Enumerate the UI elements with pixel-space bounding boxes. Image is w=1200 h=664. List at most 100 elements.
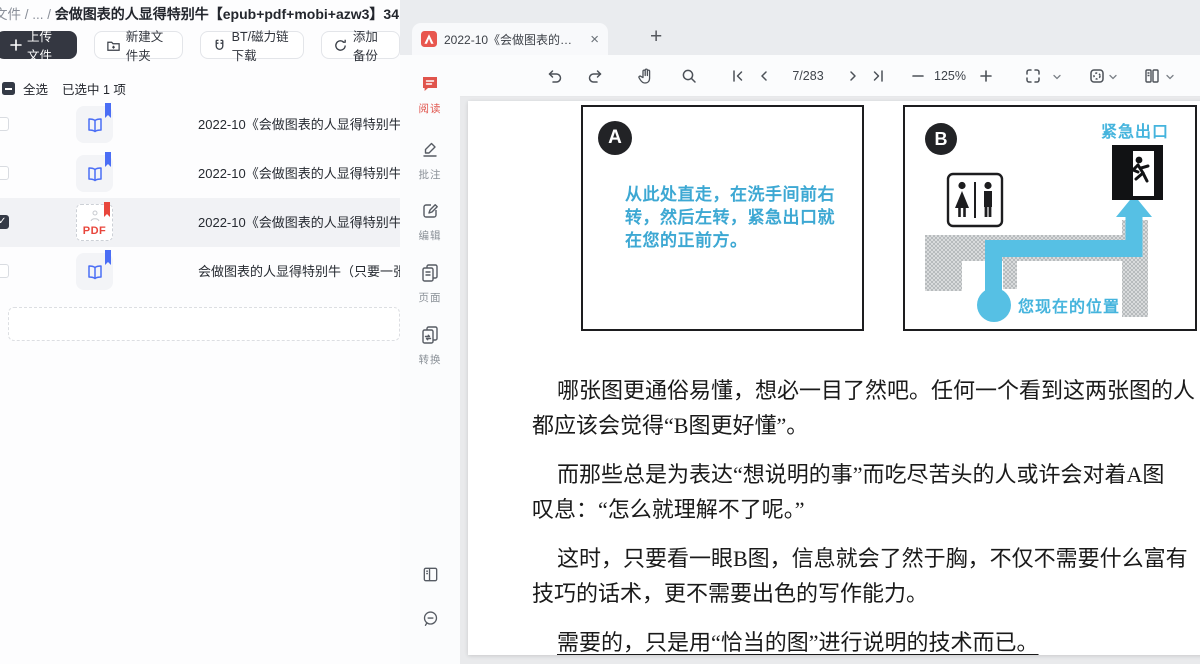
paragraph: 而那些总是为表达“想说明的事”而吃尽苦头的人或许会对着A图 叹息：“怎么就理解不… <box>532 457 1200 527</box>
page-view-icon[interactable] <box>1087 66 1107 86</box>
file-name[interactable]: 2022-10《会做图表的人显得特别牛》.epub <box>198 100 400 149</box>
bookmark-ribbon-icon <box>105 103 111 115</box>
viewer-sidebar: 阅读 批注 编辑 页面 <box>400 55 460 664</box>
file-row-pdf-selected[interactable]: PDF 2022-10《会做图表的人显得特别牛》.pdf上次 <box>0 198 400 247</box>
current-location-label: 您现在的位置 <box>1018 293 1120 317</box>
sidebar-item-annotate[interactable]: 批注 <box>400 139 460 182</box>
row-checkbox[interactable] <box>0 117 9 131</box>
pdf-viewer-window: 2022-10《会做图表的人显得… × + 7/ <box>400 0 1200 664</box>
first-page-icon[interactable] <box>728 66 748 86</box>
viewer-toolbar: 7/283 125% <box>460 55 1200 97</box>
ebook-file-icon <box>76 106 113 143</box>
refresh-icon <box>333 38 348 53</box>
edit-icon <box>420 200 440 220</box>
restroom-sign-icon <box>948 174 1002 226</box>
file-name[interactable]: 会做图表的人显得特别牛（只要一张纸、一支笔，任何人都能做出清晰图表 <box>198 247 400 296</box>
document-area[interactable]: A 从此处直走，在洗手间前右 转，然后左转，紧急出口就 在您的正前方。 <box>460 97 1200 664</box>
read-icon <box>420 73 440 93</box>
file-row-book[interactable]: 会做图表的人显得特别牛（只要一张纸、一支笔，任何人都能做出清晰图表 <box>0 247 400 296</box>
exit-sign-icon <box>1112 145 1163 200</box>
file-name[interactable]: 2022-10《会做图表的人显得特别牛》.pdf上次 <box>198 198 400 247</box>
sidebar-item-label: 阅读 <box>400 101 460 116</box>
feedback-button[interactable] <box>400 609 460 633</box>
sidebar-item-read[interactable]: 阅读 <box>400 73 460 116</box>
sidebar-item-label: 批注 <box>400 167 460 182</box>
pages-icon <box>420 262 440 282</box>
pdf-page: A 从此处直走，在洗手间前右 转，然后左转，紧急出口就 在您的正前方。 <box>468 101 1200 655</box>
page-body-text: 哪张图更通俗易懂，想必一目了然吧。任何一个看到这两张图的人 都应该会觉得“B图更… <box>532 373 1200 655</box>
new-folder-label: 新建文件夹 <box>126 26 171 64</box>
row-checkbox[interactable] <box>0 166 9 180</box>
upload-button-label: 上传文件 <box>27 26 63 64</box>
convert-icon <box>420 324 440 344</box>
paragraph-underlined: 需要的，只是用“恰当的图”进行说明的技术而已。 <box>532 625 1200 655</box>
page-indicator[interactable]: 7/283 <box>778 69 838 83</box>
comment-bubble-icon <box>421 609 440 628</box>
document-tab[interactable]: 2022-10《会做图表的人显得… × <box>412 23 608 55</box>
sidebar-item-label: 转换 <box>400 352 460 367</box>
hand-tool-icon[interactable] <box>636 66 656 86</box>
select-all-label[interactable]: 全选 <box>23 79 48 98</box>
search-icon[interactable] <box>679 66 699 86</box>
undo-icon[interactable] <box>544 66 564 86</box>
bookmark-ribbon-icon <box>104 202 110 214</box>
zoom-in-icon[interactable] <box>976 66 996 86</box>
panel-a-text: 从此处直走，在洗手间前右 转，然后左转，紧急出口就 在您的正前方。 <box>625 183 835 252</box>
highlighter-icon <box>420 139 440 159</box>
selection-bar: 全选 已选中 1 项 <box>2 79 126 98</box>
plus-icon <box>10 39 22 51</box>
page-layout-icon[interactable] <box>1142 66 1162 86</box>
figure-panel-a: A 从此处直走，在洗手间前右 转，然后左转，紧急出口就 在您的正前方。 <box>581 105 864 331</box>
drive-toolbar: 上传文件 新建文件夹 BT/磁力链下载 添加备份 <box>0 31 400 59</box>
drop-zone[interactable] <box>8 307 400 341</box>
zoom-level[interactable]: 125% <box>922 69 978 83</box>
tab-close-icon[interactable]: × <box>590 32 599 47</box>
next-page-icon[interactable] <box>843 66 863 86</box>
figure-panel-b: B 紧急出口 您现在的位置 <box>903 105 1197 331</box>
chevron-down-icon[interactable] <box>1108 72 1118 82</box>
new-tab-button[interactable]: + <box>650 25 662 49</box>
upload-button[interactable]: 上传文件 <box>0 31 77 59</box>
selected-count: 已选中 1 项 <box>62 79 126 98</box>
redo-icon[interactable] <box>586 66 606 86</box>
breadcrumb-path[interactable]: 文件 / ... / <box>0 7 55 22</box>
last-page-icon[interactable] <box>868 66 888 86</box>
file-name[interactable]: 2022-10《会做图表的人显得特别牛》.mobi <box>198 149 400 198</box>
select-all-checkbox[interactable] <box>2 82 15 95</box>
screen: 文件 / ... / 会做图表的人显得特别牛【epub+pdf+mobi+azw… <box>0 0 1200 664</box>
sidebar-item-label: 编辑 <box>400 228 460 243</box>
tab-bar: 2022-10《会做图表的人显得… × + <box>400 0 1200 55</box>
add-backup-button[interactable]: 添加备份 <box>321 31 400 59</box>
bt-download-label: BT/磁力链下载 <box>232 26 292 64</box>
row-checkbox-checked[interactable] <box>0 215 9 229</box>
ebook-file-icon <box>76 253 113 290</box>
file-row-epub[interactable]: 2022-10《会做图表的人显得特别牛》.epub <box>0 100 400 149</box>
exit-label: 紧急出口 <box>1101 118 1169 142</box>
add-backup-label: 添加备份 <box>353 26 388 64</box>
sidebar-item-convert[interactable]: 转换 <box>400 324 460 367</box>
chevron-down-icon[interactable] <box>1165 72 1175 82</box>
fit-screen-icon[interactable] <box>1023 66 1043 86</box>
folder-plus-icon <box>106 38 121 53</box>
new-folder-button[interactable]: 新建文件夹 <box>94 31 183 59</box>
sidebar-item-label: 页面 <box>400 290 460 305</box>
chevron-down-icon[interactable] <box>1052 72 1062 82</box>
bt-magnet-download-button[interactable]: BT/磁力链下载 <box>200 31 304 59</box>
row-checkbox[interactable] <box>0 264 9 278</box>
bookmark-ribbon-icon <box>105 250 111 262</box>
file-row-mobi[interactable]: 2022-10《会做图表的人显得特别牛》.mobi <box>0 149 400 198</box>
sidebar-item-pages[interactable]: 页面 <box>400 262 460 305</box>
panel-a-letter: A <box>598 121 632 155</box>
previous-page-icon[interactable] <box>754 66 774 86</box>
pdf-app-icon <box>421 31 437 47</box>
paragraph: 这时，只要看一眼B图，信息就会了然于胸，不仅不需要什么富有 技巧的话术，更不需要… <box>532 541 1200 611</box>
toggle-panel-button[interactable] <box>400 565 460 589</box>
paragraph: 哪张图更通俗易懂，想必一目了然吧。任何一个看到这两张图的人 都应该会觉得“B图更… <box>532 373 1200 443</box>
breadcrumb[interactable]: 文件 / ... / 会做图表的人显得特别牛【epub+pdf+mobi+azw… <box>0 3 414 24</box>
sidebar-item-edit[interactable]: 编辑 <box>400 200 460 243</box>
panel-b-letter: B <box>925 123 957 155</box>
breadcrumb-current-folder: 会做图表的人显得特别牛【epub+pdf+mobi+azw3】34.2MB <box>55 6 414 22</box>
corridor-wall-left <box>925 261 962 291</box>
bookmark-ribbon-icon <box>105 152 111 164</box>
cloud-drive-panel: 文件 / ... / 会做图表的人显得特别牛【epub+pdf+mobi+azw… <box>0 0 400 664</box>
